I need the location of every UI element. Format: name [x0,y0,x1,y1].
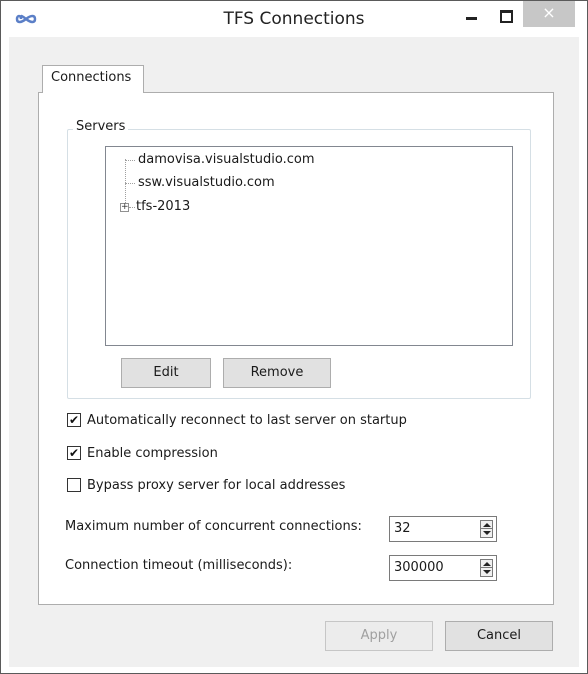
max-connections-spin-buttons[interactable] [480,520,493,538]
close-icon: × [542,3,556,22]
tree-connector [125,160,135,161]
minimize-button[interactable] [457,5,487,27]
tfs-connections-window: TFS Connections × Connections Servers da… [0,0,588,674]
window-frame-right [579,37,587,673]
auto-reconnect-label[interactable]: Automatically reconnect to last server o… [87,412,407,430]
tab-connections-label: Connections [51,70,132,85]
tab-connections[interactable]: Connections [42,65,144,93]
arrow-down-icon[interactable] [483,531,491,535]
tree-item-damovisa[interactable]: damovisa.visualstudio.com [138,150,315,170]
edit-button[interactable]: Edit [121,358,211,388]
servers-group-label: Servers [73,119,129,134]
arrow-down-icon[interactable] [483,570,491,574]
timeout-value[interactable]: 300000 [394,560,444,575]
window-frame-left [1,37,9,673]
max-connections-stepper[interactable]: 32 [389,516,497,542]
spin-divider [481,567,492,568]
servers-tree[interactable]: damovisa.visualstudio.com ssw.visualstud… [105,146,513,346]
auto-reconnect-checkbox[interactable]: ✔ [67,413,81,427]
compression-checkbox[interactable]: ✔ [67,446,81,460]
tree-connector [129,207,135,208]
expand-plus-icon[interactable]: + [120,203,129,212]
apply-button[interactable]: Apply [325,621,433,651]
max-connections-value[interactable]: 32 [394,521,411,536]
maximize-button[interactable] [491,5,521,27]
cancel-button[interactable]: Cancel [445,621,553,651]
title-bar[interactable]: TFS Connections × [1,1,587,37]
tree-item-tfs-2013[interactable]: tfs-2013 [136,197,190,217]
arrow-up-icon[interactable] [483,523,491,527]
max-connections-label: Maximum number of concurrent connections… [65,519,362,534]
tree-connector [125,183,135,184]
spin-divider [481,528,492,529]
close-button[interactable]: × [523,1,575,27]
timeout-spin-buttons[interactable] [480,559,493,577]
bypass-proxy-checkbox[interactable] [67,478,81,492]
remove-button[interactable]: Remove [223,358,331,388]
timeout-label: Connection timeout (milliseconds): [65,558,293,573]
tree-item-ssw[interactable]: ssw.visualstudio.com [138,173,275,193]
bypass-proxy-label[interactable]: Bypass proxy server for local addresses [87,477,345,495]
compression-label[interactable]: Enable compression [87,445,218,463]
arrow-up-icon[interactable] [483,562,491,566]
timeout-stepper[interactable]: 300000 [389,555,497,581]
